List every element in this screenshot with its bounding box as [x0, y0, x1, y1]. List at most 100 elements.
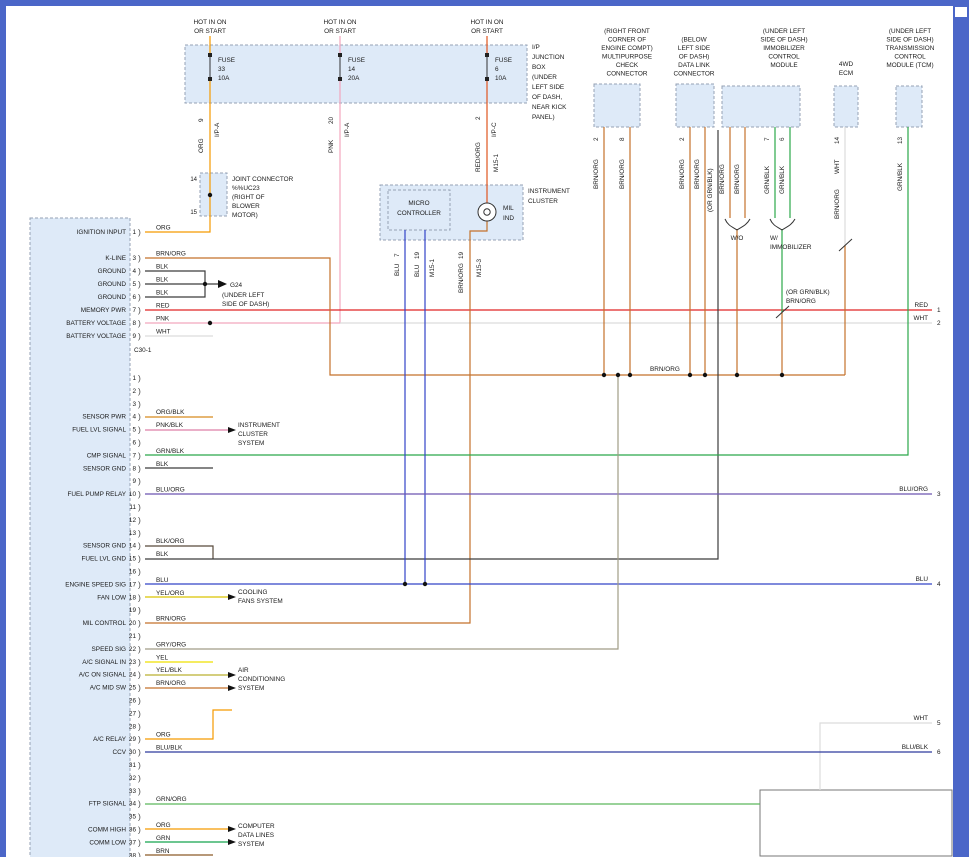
brace-with-immobilizer — [770, 219, 795, 230]
fuse-amps: 20A — [348, 75, 360, 82]
ground-location: SIDE OF DASH) — [222, 301, 269, 308]
pin-bracket: ) — [138, 799, 141, 809]
dlc-header: LEFT SIDE — [678, 45, 710, 52]
data-link-connector-box — [676, 84, 714, 127]
vertical-label: I/P-A — [344, 122, 351, 137]
joint-connector-pin: 14 — [190, 177, 197, 183]
offpage-number: 4 — [937, 581, 941, 588]
check-connector-header: CORNER OF — [608, 37, 646, 44]
scrollbar-button[interactable] — [955, 7, 967, 17]
fuse-label: FUSE — [348, 57, 365, 64]
vertical-label: 9 — [198, 118, 205, 122]
scrollbar[interactable] — [953, 0, 969, 857]
pin-signal-name: SPEED SIG — [92, 646, 126, 653]
offpage-number: 1 — [937, 307, 941, 314]
pin-number: 1 — [132, 375, 136, 382]
pin-wire-color: YEL — [156, 654, 169, 661]
pin-wire-color: YEL/BLK — [156, 667, 183, 674]
immobilizer-header: MODULE — [770, 62, 797, 69]
pin-number: 9 — [132, 478, 136, 485]
pin-number: 27 — [129, 710, 137, 717]
offpage-number: 2 — [937, 320, 941, 327]
pin-number: 17 — [129, 581, 137, 588]
vertical-label: 2 — [475, 116, 482, 120]
pin-bracket: ) — [138, 592, 141, 602]
pin-wire-color: BLU — [156, 577, 169, 584]
pin-bracket: ) — [138, 721, 141, 731]
system-label-data-lines: SYSTEM — [238, 841, 264, 848]
pin-wire-color: ORG — [156, 822, 171, 829]
pin-signal-name: IGNITION INPUT — [77, 229, 126, 236]
pin-signal-name: FUEL PUMP RELAY — [68, 491, 127, 498]
pin-number: 35 — [129, 814, 137, 821]
pin-number: 24 — [129, 672, 137, 679]
hot-label: OR START — [324, 28, 356, 35]
system-label-cooling: FANS SYSTEM — [238, 598, 283, 605]
arrow-data-lines-2 — [228, 839, 236, 845]
pin-signal-name: A/C ON SIGNAL — [79, 672, 127, 679]
fuse-amps: 10A — [218, 75, 230, 82]
pin-number: 28 — [129, 723, 137, 730]
vertical-label: 13 — [897, 136, 904, 144]
vertical-label: BRN/ORG — [679, 159, 686, 189]
pin-bracket: ) — [138, 266, 141, 276]
vertical-label: 2 — [593, 137, 600, 141]
fourwd-ecm-box — [834, 86, 858, 127]
pin-signal-name: BATTERY VOLTAGE — [66, 333, 126, 340]
pin-signal-name: FAN LOW — [97, 594, 127, 601]
cluster-title: INSTRUMENT — [528, 188, 570, 195]
vertical-label: GRN/BLK — [897, 162, 904, 191]
pin-signal-name: MEMORY PWR — [81, 307, 127, 314]
vertical-label: BRN/ORG — [694, 159, 701, 189]
pin-signal-name: CMP SIGNAL — [87, 452, 127, 459]
pin-number: 4 — [132, 414, 136, 421]
pin-number: 12 — [129, 517, 137, 524]
vertical-label: ORG — [198, 138, 205, 153]
fuse-label: FUSE — [218, 57, 235, 64]
system-label-data-lines: COMPUTER — [238, 823, 275, 830]
vertical-label: BRN/ORG — [619, 159, 626, 189]
pin-bracket: ) — [138, 644, 141, 654]
system-label-cluster: CLUSTER — [238, 431, 268, 438]
vertical-label: BRN/ORG — [719, 164, 726, 194]
pin-bracket: ) — [138, 489, 141, 499]
pin-wire-color: PNK — [156, 316, 170, 323]
pin-bracket: ) — [138, 331, 141, 341]
check-connector-box — [594, 84, 640, 127]
junction-dots — [203, 193, 784, 586]
offpage-wire-color: RED — [915, 302, 929, 309]
wire-kline-bus — [145, 258, 845, 375]
joint-connector-label: JOINT CONNECTOR — [232, 176, 294, 183]
window-frame — [0, 0, 969, 857]
pin-wire-color: PNK/BLK — [156, 422, 184, 429]
pin-number: 19 — [129, 607, 137, 614]
mil-ind-label: MIL — [503, 205, 514, 212]
arrow-data-lines-1 — [228, 826, 236, 832]
pin-number: 36 — [129, 827, 137, 834]
vertical-label: M15-3 — [476, 258, 483, 277]
pin-bracket: ) — [138, 657, 141, 667]
pin-number: 3 — [132, 401, 136, 408]
joint-connector-label: MOTOR) — [232, 212, 258, 219]
pin-signal-name: FUEL LVL GND — [81, 556, 126, 563]
pin-number: 31 — [129, 762, 137, 769]
fourwd-ecm-header: ECM — [839, 70, 853, 77]
pin-bracket: ) — [138, 227, 141, 237]
pin-signal-name: COMM HIGH — [88, 827, 126, 834]
pin-bracket: ) — [138, 605, 141, 615]
pin-bracket: ) — [138, 618, 141, 628]
vertical-label: 7 — [764, 137, 771, 141]
system-label-ac: CONDITIONING — [238, 676, 285, 683]
pin-bracket: ) — [138, 825, 141, 835]
brace-without-immobilizer — [725, 219, 750, 230]
fuse-amps: 10A — [495, 75, 507, 82]
pin-wire-color: BRN/ORG — [156, 616, 186, 623]
pin-signal-name: BATTERY VOLTAGE — [66, 320, 126, 327]
pin-wire-color: BRN — [156, 848, 170, 855]
pin-bracket: ) — [138, 386, 141, 396]
vertical-label: I/P-A — [214, 122, 221, 137]
pin-signal-name: GROUND — [98, 281, 127, 288]
pin-number: 14 — [129, 543, 137, 550]
pin-number: 38 — [129, 852, 137, 857]
hot-label: HOT IN ON — [194, 19, 227, 26]
